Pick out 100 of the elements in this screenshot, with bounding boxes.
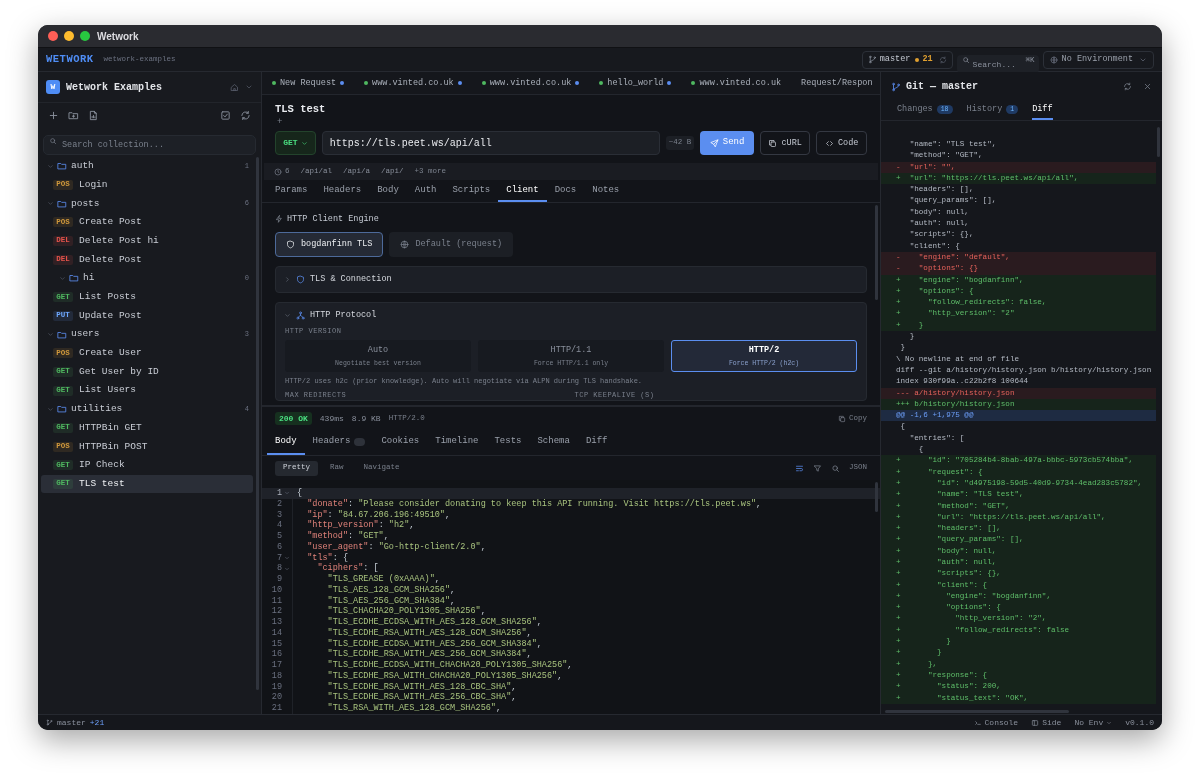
panel-title: Git — master (906, 80, 978, 94)
checkbox-icon[interactable] (220, 110, 231, 121)
plus-icon[interactable] (48, 110, 59, 121)
refresh-icon[interactable] (240, 110, 251, 121)
request-tab[interactable]: hello_world (599, 76, 672, 90)
request-name[interactable]: Create Post (79, 215, 142, 230)
search-icon[interactable] (831, 463, 840, 473)
environment-dropdown[interactable]: No Environment (1042, 50, 1154, 69)
request-name[interactable]: Update Post (79, 308, 142, 323)
request-tab[interactable]: www.vinted.co.uk (481, 76, 580, 90)
code-button[interactable]: Code (816, 131, 867, 155)
close-icon[interactable] (1143, 82, 1152, 91)
panel-tab[interactable]: Diff (1032, 101, 1053, 120)
request-tab[interactable]: Headers (315, 181, 370, 202)
chevron-down-icon[interactable] (59, 274, 66, 282)
close-window-button[interactable] (48, 31, 58, 41)
request-tab[interactable]: www.vinted.co.uk (364, 76, 462, 90)
branch-name: master (57, 716, 86, 729)
response-tab[interactable]: Tests (486, 430, 530, 455)
response-tab[interactable]: Timeline (427, 430, 487, 455)
response-tab[interactable]: Cookies (373, 430, 428, 455)
request-name[interactable]: Login (79, 177, 108, 193)
request-tab[interactable]: Body (369, 181, 407, 202)
branch-icon (867, 55, 877, 64)
request-tab[interactable]: www.vinted.co.uk (691, 76, 782, 90)
option-label: HTTP/1.1 (550, 343, 592, 357)
side-button[interactable]: Side (1031, 716, 1062, 729)
copy-icon (768, 138, 778, 148)
wrap-icon[interactable] (795, 463, 804, 473)
url-field[interactable]: https://tls.peet.ws/api/all (321, 131, 660, 155)
environment-dropdown[interactable]: No Env (1074, 716, 1113, 729)
branch-selector[interactable]: master 21 (861, 50, 953, 69)
line-number: 20 (270, 692, 282, 703)
response-time: 439ms (319, 412, 344, 425)
search-field[interactable]: Search collection... (43, 135, 256, 155)
chevron-down-icon[interactable] (47, 200, 54, 208)
request-tab[interactable]: Auth (406, 181, 445, 202)
chevron-down-icon[interactable] (47, 162, 54, 170)
collection-logo: W (46, 80, 60, 94)
add-description-button[interactable]: + (277, 116, 283, 128)
folder-name[interactable]: posts (71, 196, 242, 211)
file-icon[interactable] (88, 110, 99, 121)
minimize-window-button[interactable] (64, 31, 74, 41)
fold-icon[interactable] (284, 565, 290, 572)
request-tab[interactable]: Client (498, 181, 547, 202)
response-tab[interactable]: Body (267, 430, 305, 455)
chevron-down-icon (300, 139, 308, 147)
shield-icon (296, 275, 305, 284)
line-number: 11 (270, 595, 282, 607)
search-icon (49, 137, 57, 145)
section-toggle[interactable]: HTTP Protocol (276, 303, 866, 327)
request-name[interactable]: TLS test (79, 476, 125, 492)
request-name[interactable]: List Users (79, 383, 136, 398)
request-name[interactable]: List Posts (79, 290, 136, 305)
folder-name[interactable]: auth (71, 159, 242, 174)
request-name[interactable]: IP Check (79, 458, 125, 473)
response-tab[interactable]: Diff (577, 430, 616, 455)
chevron-down-icon[interactable] (47, 331, 54, 339)
request-tab[interactable]: Notes (584, 181, 628, 202)
engine-option[interactable]: Default (request) (389, 232, 514, 257)
method-dropdown[interactable]: GET (275, 131, 316, 155)
folder-name[interactable]: users (71, 327, 242, 342)
request-name[interactable]: Get User by ID (79, 364, 159, 380)
line-number: 15 (270, 638, 282, 650)
request-tab[interactable]: New Request (272, 76, 345, 90)
request-name[interactable]: Delete Post (79, 252, 142, 267)
engine-option[interactable]: bogdanfinn TLS (275, 232, 384, 257)
line-number: 14 (270, 627, 282, 639)
curl-button[interactable]: cURL (759, 131, 811, 155)
home-icon[interactable] (230, 82, 239, 92)
request-name[interactable]: Create User (79, 346, 142, 361)
refresh-icon[interactable] (938, 55, 947, 64)
zoom-window-button[interactable] (80, 31, 90, 41)
request-tab[interactable]: Scripts (444, 181, 499, 202)
fold-icon[interactable] (284, 490, 290, 497)
scrollbar-thumb[interactable] (875, 482, 878, 512)
folder-name[interactable]: utilities (71, 402, 242, 417)
section-toggle[interactable]: TLS & Connection (276, 267, 866, 292)
request-tab[interactable]: Params (267, 181, 316, 202)
scrollbar-thumb[interactable] (875, 205, 878, 300)
filter-icon[interactable] (813, 463, 822, 473)
response-tab[interactable]: Schema (529, 430, 578, 455)
scrollbar-thumb[interactable] (1157, 127, 1160, 157)
response-tab[interactable]: Headers (304, 430, 374, 455)
request-tab[interactable]: Docs (546, 181, 585, 202)
code-icon (825, 138, 834, 148)
bolt-icon (275, 215, 283, 223)
folder-plus-icon[interactable] (68, 110, 79, 121)
chevron-down-icon (1106, 719, 1113, 726)
request-name[interactable]: Delete Post hi (79, 233, 159, 249)
refresh-icon[interactable] (1123, 82, 1132, 91)
request-name[interactable]: HTTPBin POST (79, 439, 148, 454)
request-tab[interactable]: Request/Respon (801, 76, 873, 90)
chevron-down-icon[interactable] (47, 405, 54, 413)
collection-name: Wetwork Examples (66, 80, 162, 95)
fold-icon[interactable] (284, 554, 290, 561)
console-button[interactable]: Console (973, 716, 1019, 729)
chevron-down-icon[interactable] (245, 83, 253, 91)
folder-name[interactable]: hi (83, 271, 242, 286)
request-name[interactable]: HTTPBin GET (79, 420, 142, 436)
